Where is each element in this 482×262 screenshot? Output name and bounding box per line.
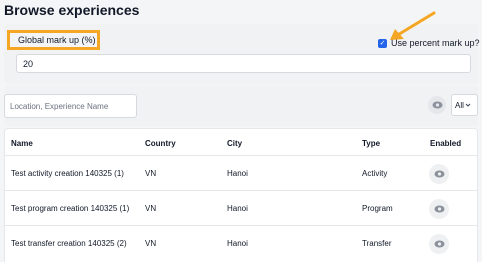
row-name: Test activity creation 140325 (1) [11,169,124,178]
column-header-enabled: Enabled [430,139,462,148]
column-header-name: Name [11,139,33,148]
column-header-type: Type [362,139,381,148]
experiences-table: Name Country City Type Enabled Test acti… [4,128,478,262]
row-enabled-toggle[interactable] [429,199,449,219]
search-input[interactable]: Location, Experience Name [4,94,137,118]
row-enabled-toggle[interactable] [429,234,449,254]
visibility-filter-button[interactable] [428,96,446,114]
table-row[interactable]: Test activity creation 140325 (1) VN Han… [5,155,477,190]
global-markup-input[interactable]: 20 [16,54,471,73]
filter-panel: Location, Experience Name All [4,86,478,126]
row-city: Hanoi [227,204,248,213]
column-header-city: City [227,139,243,148]
row-type: Transfer [362,239,392,248]
table-row[interactable]: Test transfer creation 140325 (2) VN Han… [5,225,477,260]
column-header-country: Country [145,139,176,148]
annotation-arrow-icon [390,11,436,40]
row-type: Activity [362,169,388,178]
row-enabled-toggle[interactable] [429,164,449,184]
row-country: VN [145,239,157,248]
row-name: Test program creation 140325 (1) [11,204,130,213]
eye-icon [434,205,444,213]
enabled-filter-value: All [455,100,464,110]
markup-label-highlight: Global mark up (%) [7,30,100,50]
row-name: Test transfer creation 140325 (2) [11,239,127,248]
row-country: VN [145,204,157,213]
table-row[interactable]: Test program creation 140325 (1) VN Hano… [5,190,477,225]
eye-icon [432,101,442,109]
row-country: VN [145,169,157,178]
eye-icon [434,170,444,178]
enabled-filter-select[interactable]: All [451,94,478,116]
markup-label: Global mark up (%) [18,35,96,45]
row-city: Hanoi [227,239,248,248]
row-city: Hanoi [227,169,248,178]
eye-icon [434,240,444,248]
row-type: Program [362,204,393,213]
checkmark-icon: ✓ [379,38,386,47]
page-title: Browse experiences [4,2,140,18]
chevron-down-icon [465,103,471,107]
